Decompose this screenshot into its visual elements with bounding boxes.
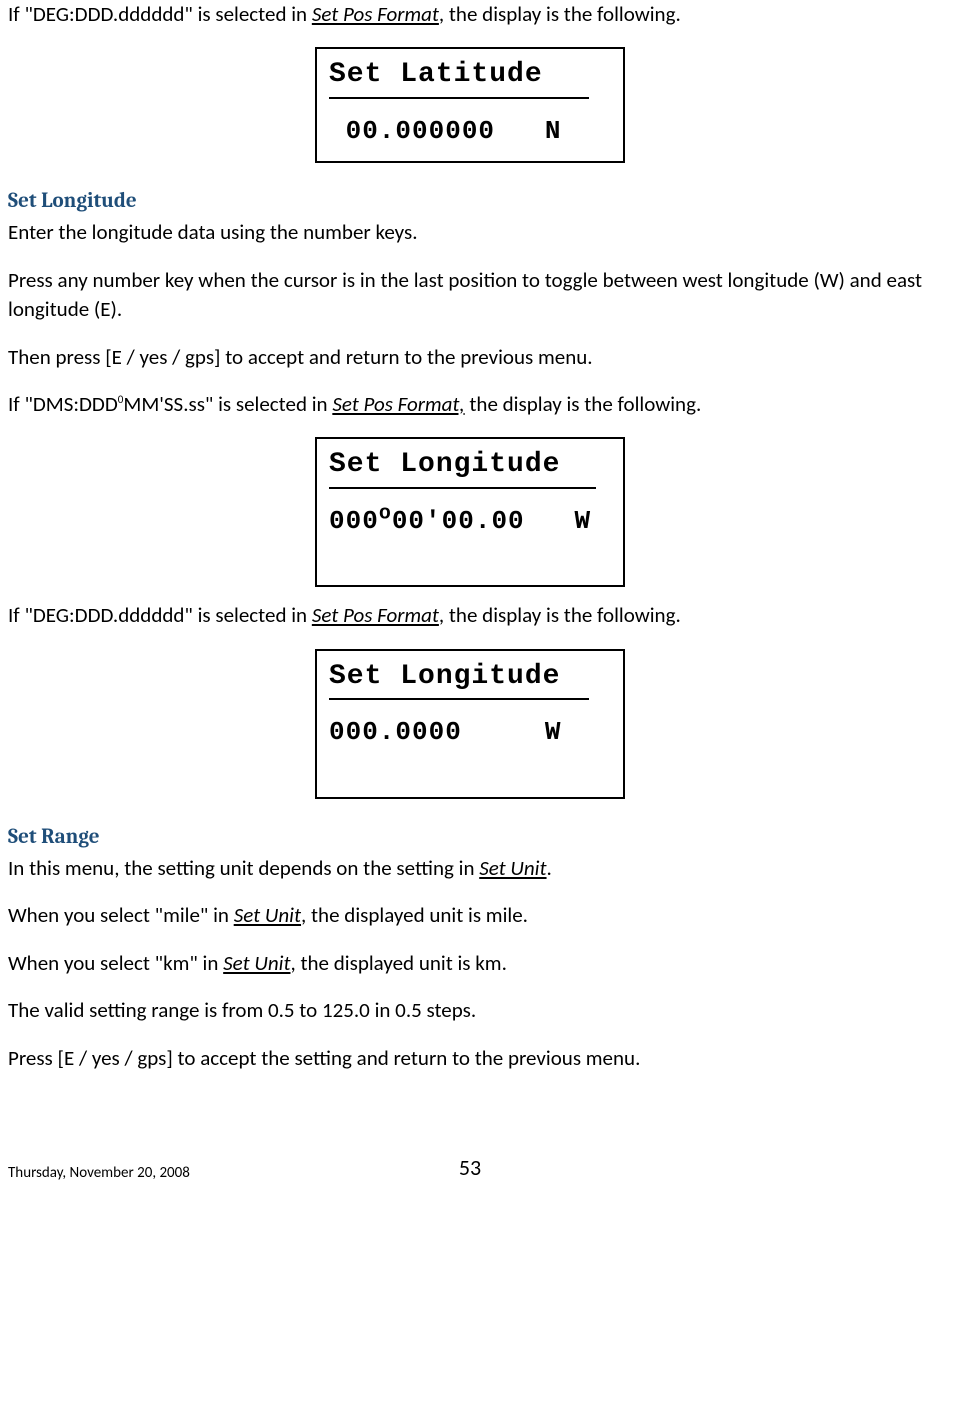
set-pos-format-link: Set Pos Format,	[332, 391, 464, 417]
lcd-title: Set Longitude	[329, 445, 596, 488]
set-unit-link: Set Unit	[479, 855, 546, 881]
set-pos-format-link: Set Pos Format	[312, 1, 439, 27]
text: , the displayed unit is km.	[291, 950, 507, 976]
lcd-title: Set Longitude	[329, 657, 589, 700]
footer-date: Thursday, November 20, 2008	[8, 1163, 190, 1184]
text: , the display is the following.	[439, 1, 681, 27]
text: Press [E / yes / gps] to accept the sett…	[8, 1044, 932, 1073]
text: In this menu, the setting unit depends o…	[8, 855, 479, 881]
text: .	[547, 855, 552, 881]
text: When you select "mile" in Set Unit, the …	[8, 901, 932, 930]
lcd-value: 000o00'00.00 W	[329, 503, 611, 539]
heading-set-longitude: Set Longitude	[8, 187, 932, 216]
page-footer: Thursday, November 20, 2008 53	[8, 1163, 932, 1184]
text: Press any number key when the cursor is …	[8, 266, 932, 325]
set-unit-link: Set Unit	[223, 950, 290, 976]
lcd-display-longitude-dms: Set Longitude 000o00'00.00 W	[315, 437, 625, 587]
text: The valid setting range is from 0.5 to 1…	[8, 996, 932, 1025]
text: If "DEG:DDD.dddddd" is selected in	[8, 602, 312, 628]
text: Enter the longitude data using the numbe…	[8, 218, 932, 247]
text: Then press [E / yes / gps] to accept and…	[8, 343, 932, 372]
lcd-value: 00.000000 N	[329, 113, 611, 149]
text: If "DEG:DDD.dddddd" is selected in Set P…	[8, 601, 932, 630]
text: , the display is the following.	[439, 602, 681, 628]
text: If "DEG:DDD.dddddd" is selected in	[8, 1, 312, 27]
text: , the displayed unit is mile.	[301, 902, 528, 928]
text: If "DMS:DDD	[8, 391, 118, 417]
set-pos-format-link: Set Pos Format	[312, 602, 439, 628]
text: When you select "km" in	[8, 950, 223, 976]
text: In this menu, the setting unit depends o…	[8, 854, 932, 883]
text: When you select "mile" in	[8, 902, 234, 928]
lcd-title: Set Latitude	[329, 55, 589, 98]
intro-paragraph: If "DEG:DDD.dddddd" is selected in Set P…	[8, 0, 932, 29]
text: MM'SS.ss" is selected in	[123, 391, 332, 417]
set-unit-link: Set Unit	[234, 902, 301, 928]
lcd-value: 000.0000 W	[329, 714, 611, 750]
heading-set-range: Set Range	[8, 823, 932, 852]
text: the display is the following.	[465, 391, 702, 417]
text: When you select "km" in Set Unit, the di…	[8, 949, 932, 978]
degree-symbol: o	[379, 502, 392, 525]
text: If "DMS:DDD0MM'SS.ss" is selected in Set…	[8, 390, 932, 419]
page-number: 53	[459, 1153, 481, 1184]
lcd-display-latitude-deg: Set Latitude 00.000000 N	[315, 47, 625, 163]
lcd-display-longitude-deg: Set Longitude 000.0000 W	[315, 649, 625, 799]
